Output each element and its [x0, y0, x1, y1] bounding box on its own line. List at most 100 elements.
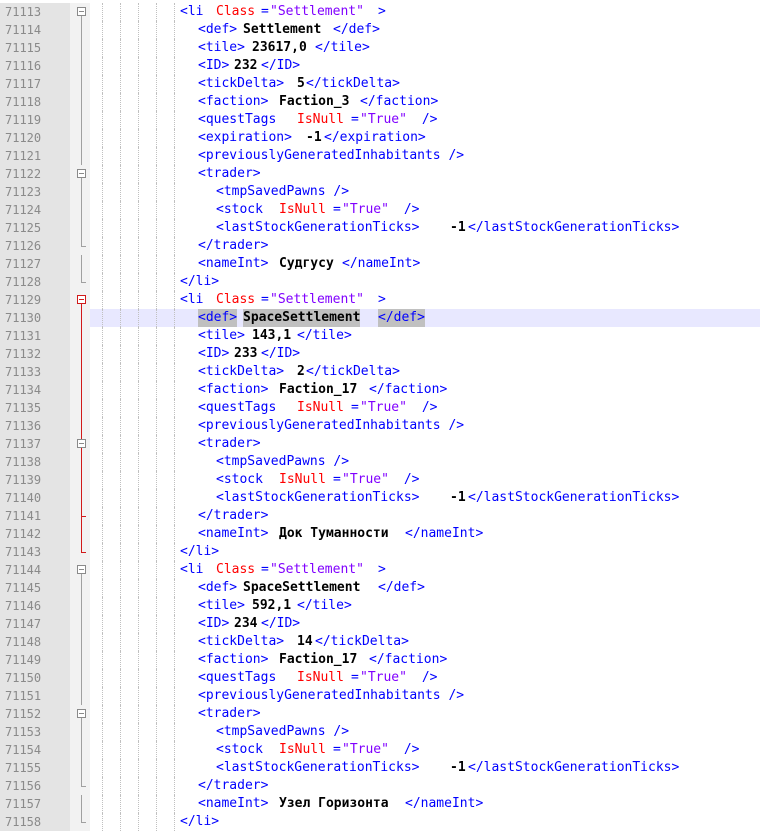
- code-line[interactable]: 71126 </trader>: [0, 237, 760, 255]
- code-line[interactable]: 71158 </li>: [0, 813, 760, 831]
- code-text[interactable]: <stock IsNull = "True" />: [90, 201, 760, 219]
- code-line[interactable]: 71144 <li Class = "Settlement" >: [0, 561, 760, 579]
- code-text[interactable]: <faction> Faction_17 </faction>: [90, 381, 760, 399]
- code-line[interactable]: 71124 <stock IsNull = "True" />: [0, 201, 760, 219]
- code-line[interactable]: 71122 <trader>: [0, 165, 760, 183]
- code-text[interactable]: <tickDelta> 14 </tickDelta>: [90, 633, 760, 651]
- code-text[interactable]: </li>: [90, 273, 760, 291]
- code-line[interactable]: 71120 <expiration> -1 </expiration>: [0, 129, 760, 147]
- fold-collapse-icon[interactable]: [77, 439, 86, 448]
- code-text[interactable]: <ID> 234 </ID>: [90, 615, 760, 633]
- code-line[interactable]: 71138 <tmpSavedPawns />: [0, 453, 760, 471]
- code-text[interactable]: <faction> Faction_3 </faction>: [90, 93, 760, 111]
- code-line[interactable]: 71155 <lastStockGenerationTicks> -1 </lastS…: [0, 759, 760, 777]
- code-text[interactable]: <trader>: [90, 435, 760, 453]
- code-line[interactable]: 71114 <def> Settlement </def>: [0, 21, 760, 39]
- code-line[interactable]: 71153 <tmpSavedPawns />: [0, 723, 760, 741]
- code-text[interactable]: <questTags IsNull = "True" />: [90, 669, 760, 687]
- code-line[interactable]: 71152 <trader>: [0, 705, 760, 723]
- code-line[interactable]: 71116 <ID> 232 </ID>: [0, 57, 760, 75]
- code-line[interactable]: 71130 <def> SpaceSettlement </def>: [0, 309, 760, 327]
- fold-collapse-icon[interactable]: [77, 565, 86, 574]
- code-line[interactable]: 71125 <lastStockGenerationTicks> -1 </lastS…: [0, 219, 760, 237]
- code-text[interactable]: <faction> Faction_17 </faction>: [90, 651, 760, 669]
- code-line[interactable]: 71142 <nameInt> Док Туманности </nameInt>: [0, 525, 760, 543]
- code-line[interactable]: 71140 <lastStockGenerationTicks> -1 </lastS…: [0, 489, 760, 507]
- code-text[interactable]: </trader>: [90, 237, 760, 255]
- code-line[interactable]: 71128 </li>: [0, 273, 760, 291]
- code-line[interactable]: 71156 </trader>: [0, 777, 760, 795]
- code-line[interactable]: 71137 <trader>: [0, 435, 760, 453]
- code-text[interactable]: <tile> 143,1 </tile>: [90, 327, 760, 345]
- code-text[interactable]: <li Class = "Settlement" >: [90, 561, 760, 579]
- code-text[interactable]: <expiration> -1 </expiration>: [90, 129, 760, 147]
- code-text[interactable]: <tile> 23617,0 </tile>: [90, 39, 760, 57]
- code-line[interactable]: 71115 <tile> 23617,0 </tile>: [0, 39, 760, 57]
- code-text[interactable]: </li>: [90, 813, 760, 831]
- code-text[interactable]: <tmpSavedPawns />: [90, 723, 760, 741]
- code-line[interactable]: 71129 <li Class = "Settlement" >: [0, 291, 760, 309]
- code-text[interactable]: <previouslyGeneratedInhabitants />: [90, 417, 760, 435]
- code-text[interactable]: <tile> 592,1 </tile>: [90, 597, 760, 615]
- code-line[interactable]: 71148 <tickDelta> 14 </tickDelta>: [0, 633, 760, 651]
- code-text[interactable]: </trader>: [90, 507, 760, 525]
- code-text[interactable]: <def> SpaceSettlement </def>: [90, 309, 760, 327]
- fold-collapse-icon[interactable]: [77, 7, 86, 16]
- code-text[interactable]: <def> Settlement </def>: [90, 21, 760, 39]
- code-line[interactable]: 71133 <tickDelta> 2 </tickDelta>: [0, 363, 760, 381]
- code-line[interactable]: 71135 <questTags IsNull = "True" />: [0, 399, 760, 417]
- code-text[interactable]: <previouslyGeneratedInhabitants />: [90, 147, 760, 165]
- code-line[interactable]: 71157 <nameInt> Узел Горизонта </nameInt>: [0, 795, 760, 813]
- code-line[interactable]: 71151 <previouslyGeneratedInhabitants />: [0, 687, 760, 705]
- code-text[interactable]: <previouslyGeneratedInhabitants />: [90, 687, 760, 705]
- code-text[interactable]: <nameInt> Узел Горизонта </nameInt>: [90, 795, 760, 813]
- code-text[interactable]: <stock IsNull = "True" />: [90, 741, 760, 759]
- code-text[interactable]: <ID> 233 </ID>: [90, 345, 760, 363]
- code-line[interactable]: 71117 <tickDelta> 5 </tickDelta>: [0, 75, 760, 93]
- fold-collapse-icon[interactable]: [77, 295, 86, 304]
- code-text[interactable]: </li>: [90, 543, 760, 561]
- code-line[interactable]: 71143 </li>: [0, 543, 760, 561]
- code-text[interactable]: <stock IsNull = "True" />: [90, 471, 760, 489]
- code-text[interactable]: <tickDelta> 5 </tickDelta>: [90, 75, 760, 93]
- code-text[interactable]: <li Class = "Settlement" >: [90, 3, 760, 21]
- code-text[interactable]: </trader>: [90, 777, 760, 795]
- code-line[interactable]: 71147 <ID> 234 </ID>: [0, 615, 760, 633]
- code-text[interactable]: <tmpSavedPawns />: [90, 453, 760, 471]
- code-line[interactable]: 71127 <nameInt> Судгусу </nameInt>: [0, 255, 760, 273]
- code-line[interactable]: 71154 <stock IsNull = "True" />: [0, 741, 760, 759]
- code-line[interactable]: 71141 </trader>: [0, 507, 760, 525]
- code-text[interactable]: <nameInt> Судгусу </nameInt>: [90, 255, 760, 273]
- code-text[interactable]: <questTags IsNull = "True" />: [90, 399, 760, 417]
- code-text[interactable]: <ID> 232 </ID>: [90, 57, 760, 75]
- code-line[interactable]: 71121 <previouslyGeneratedInhabitants />: [0, 147, 760, 165]
- code-text[interactable]: <lastStockGenerationTicks> -1 </lastStockG…: [90, 759, 760, 777]
- code-line[interactable]: 71118 <faction> Faction_3 </faction>: [0, 93, 760, 111]
- code-text[interactable]: <nameInt> Док Туманности </nameInt>: [90, 525, 760, 543]
- code-line[interactable]: 71123 <tmpSavedPawns />: [0, 183, 760, 201]
- code-text[interactable]: <def> SpaceSettlement </def>: [90, 579, 760, 597]
- code-text[interactable]: <li Class = "Settlement" >: [90, 291, 760, 309]
- code-line[interactable]: 71149 <faction> Faction_17 </faction>: [0, 651, 760, 669]
- code-line[interactable]: 71146 <tile> 592,1 </tile>: [0, 597, 760, 615]
- code-line[interactable]: 71113 <li Class = "Settlement" >: [0, 3, 760, 21]
- code-editor[interactable]: 71113 <li Class = "Settlement" >71114 <def> Se…: [0, 3, 760, 831]
- code-line[interactable]: 71131 <tile> 143,1 </tile>: [0, 327, 760, 345]
- code-line[interactable]: 71134 <faction> Faction_17 </faction>: [0, 381, 760, 399]
- fold-collapse-icon[interactable]: [77, 709, 86, 718]
- code-line[interactable]: 71139 <stock IsNull = "True" />: [0, 471, 760, 489]
- code-line[interactable]: 71145 <def> SpaceSettlement </def>: [0, 579, 760, 597]
- code-line[interactable]: 71119 <questTags IsNull = "True" />: [0, 111, 760, 129]
- code-line[interactable]: 71132 <ID> 233 </ID>: [0, 345, 760, 363]
- code-text[interactable]: <tmpSavedPawns />: [90, 183, 760, 201]
- line-number: 71127: [0, 255, 70, 273]
- code-text[interactable]: <trader>: [90, 165, 760, 183]
- code-text[interactable]: <questTags IsNull = "True" />: [90, 111, 760, 129]
- code-text[interactable]: <tickDelta> 2 </tickDelta>: [90, 363, 760, 381]
- code-line[interactable]: 71136 <previouslyGeneratedInhabitants />: [0, 417, 760, 435]
- code-line[interactable]: 71150 <questTags IsNull = "True" />: [0, 669, 760, 687]
- code-text[interactable]: <lastStockGenerationTicks> -1 </lastStockG…: [90, 489, 760, 507]
- code-text[interactable]: <lastStockGenerationTicks> -1 </lastStockG…: [90, 219, 760, 237]
- code-text[interactable]: <trader>: [90, 705, 760, 723]
- fold-collapse-icon[interactable]: [77, 169, 86, 178]
